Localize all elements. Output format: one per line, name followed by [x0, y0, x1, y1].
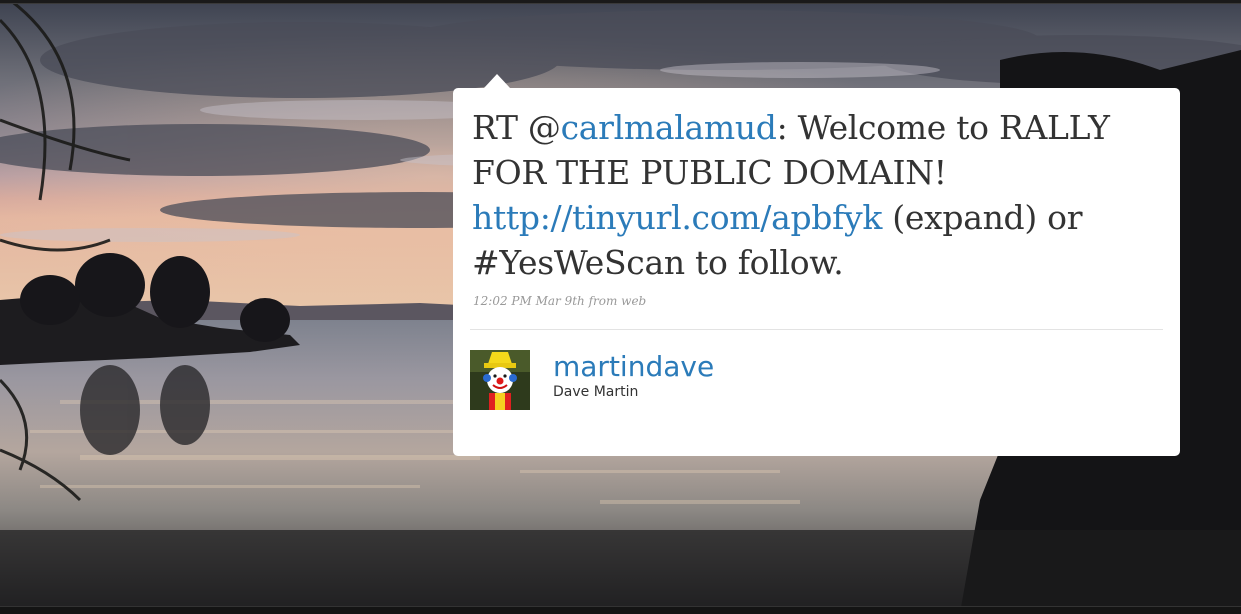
- author-block: martindave Dave Martin: [470, 350, 1163, 410]
- tweet-url-link[interactable]: http://tinyurl.com/apbfyk: [472, 198, 882, 237]
- top-border: [0, 0, 1241, 4]
- author-screen-name-link[interactable]: martindave: [553, 352, 714, 382]
- tweet-timestamp[interactable]: 12:02 PM Mar 9th: [473, 294, 585, 308]
- tweet-source: from web: [588, 294, 647, 308]
- tweet-card: RT @carlmalamud: Welcome to RALLY FOR TH…: [453, 88, 1180, 456]
- card-pointer-arrow: [484, 74, 510, 88]
- mention-link[interactable]: carlmalamud: [561, 108, 777, 147]
- tweet-text-part2: to follow.: [684, 243, 844, 282]
- expand-label[interactable]: (expand) or: [882, 198, 1082, 237]
- clown-avatar-icon[interactable]: [470, 350, 530, 410]
- hashtag: #YesWeScan: [472, 243, 685, 282]
- tweet-meta: 12:02 PM Mar 9th from web: [470, 294, 1163, 316]
- author-full-name: Dave Martin: [553, 384, 639, 400]
- divider: [470, 329, 1163, 330]
- tweet-prefix: RT @: [472, 108, 561, 147]
- tweet-text: RT @carlmalamud: Welcome to RALLY FOR TH…: [470, 105, 1163, 285]
